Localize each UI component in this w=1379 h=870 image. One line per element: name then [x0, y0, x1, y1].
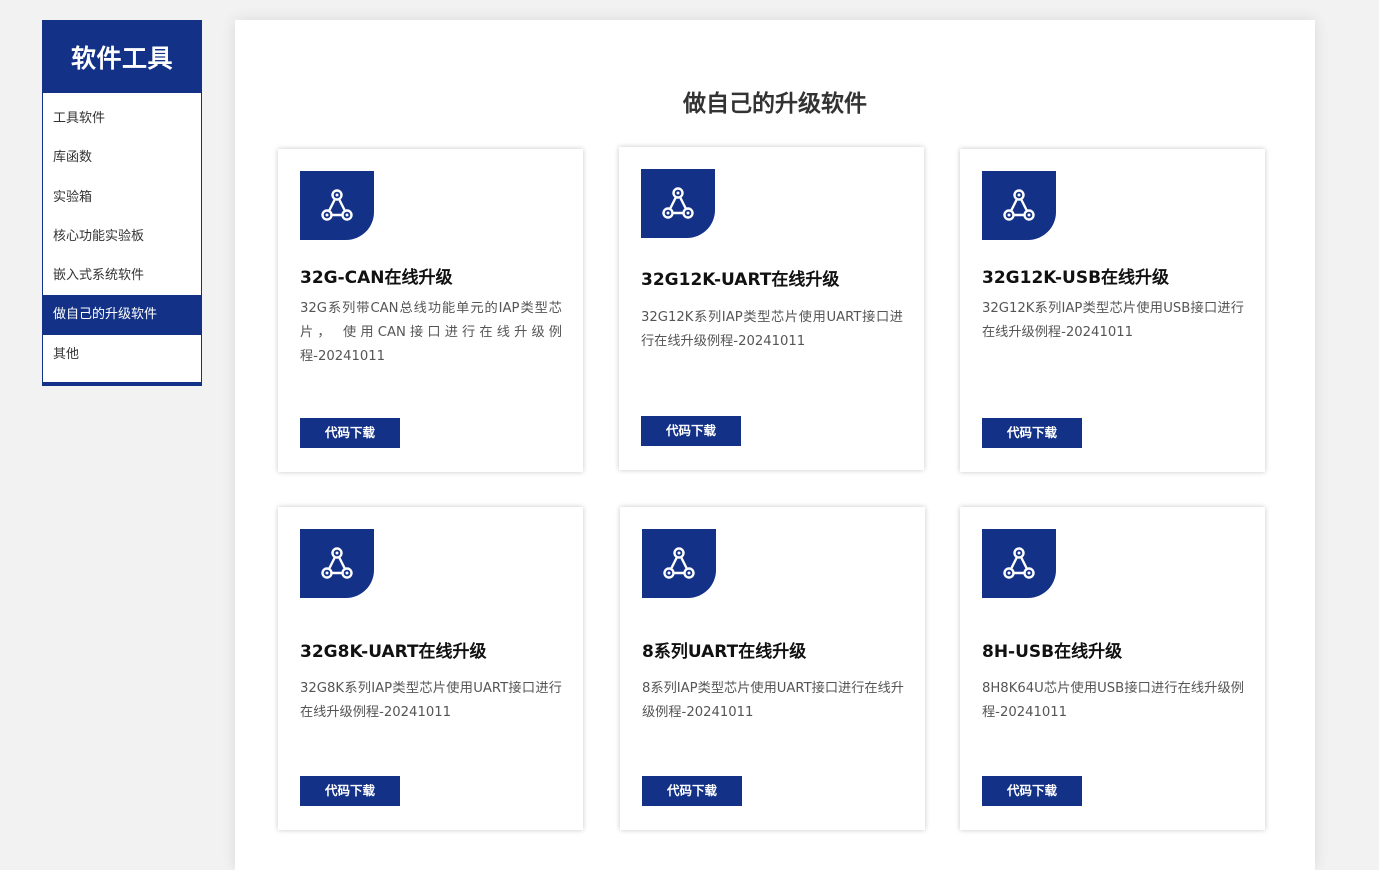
sidebar-item-core-board[interactable]: 核心功能实验板: [43, 217, 201, 256]
card-title: 8系列UART在线升级: [642, 642, 807, 662]
code-download-button[interactable]: 代码下载: [300, 418, 400, 448]
sidebar-title: 软件工具: [43, 21, 201, 93]
code-download-button[interactable]: 代码下载: [982, 776, 1082, 806]
card-title: 32G8K-UART在线升级: [300, 642, 487, 662]
card-32g-can: 32G-CAN在线升级 32G系列带CAN总线功能单元的IAP类型芯片， 使用C…: [278, 149, 583, 472]
card-description: 8H8K64U芯片使用USB接口进行在线升级例程-20241011: [982, 681, 1244, 720]
sidebar-item-experiment-box[interactable]: 实验箱: [43, 178, 201, 217]
card-description: 8系列IAP类型芯片使用UART接口进行在线升级例程-20241011: [642, 681, 904, 720]
code-download-button[interactable]: 代码下载: [982, 418, 1082, 448]
code-download-button[interactable]: 代码下载: [642, 776, 742, 806]
network-triangle-icon: [982, 529, 1056, 598]
page-title: 做自己的升级软件: [683, 91, 867, 117]
sidebar-item-other[interactable]: 其他: [43, 335, 201, 374]
sidebar-item-embedded-software[interactable]: 嵌入式系统软件: [43, 256, 201, 295]
sidebar-item-tool-software[interactable]: 工具软件: [43, 99, 201, 138]
network-triangle-icon: [982, 171, 1056, 240]
card-description: 32G8K系列IAP类型芯片使用UART接口进行在线升级例程-20241011: [300, 681, 562, 720]
card-description: 32G12K系列IAP类型芯片使用UART接口进行在线升级例程-20241011: [641, 310, 903, 349]
card-title: 32G-CAN在线升级: [300, 268, 453, 288]
sidebar-item-library-functions[interactable]: 库函数: [43, 138, 201, 177]
card-32g12k-usb: 32G12K-USB在线升级 32G12K系列IAP类型芯片使用USB接口进行在…: [960, 149, 1265, 472]
sidebar-item-upgrade-software[interactable]: 做自己的升级软件: [43, 295, 201, 335]
card-description: 32G12K系列IAP类型芯片使用USB接口进行在线升级例程-20241011: [982, 301, 1244, 340]
card-8-series-uart: 8系列UART在线升级 8系列IAP类型芯片使用UART接口进行在线升级例程-2…: [620, 507, 925, 830]
network-triangle-icon: [641, 169, 715, 238]
network-triangle-icon: [642, 529, 716, 598]
card-32g8k-uart: 32G8K-UART在线升级 32G8K系列IAP类型芯片使用UART接口进行在…: [278, 507, 583, 830]
card-title: 32G12K-UART在线升级: [641, 270, 840, 290]
sidebar-menu: 工具软件 库函数 实验箱 核心功能实验板 嵌入式系统软件 做自己的升级软件 其他: [43, 93, 201, 374]
main-panel: 做自己的升级软件 32G-CAN在线升级 32G系列带CAN总线功能单元的IAP…: [235, 20, 1315, 870]
network-triangle-icon: [300, 529, 374, 598]
card-32g12k-uart: 32G12K-UART在线升级 32G12K系列IAP类型芯片使用UART接口进…: [619, 147, 924, 470]
card-8h-usb: 8H-USB在线升级 8H8K64U芯片使用USB接口进行在线升级例程-2024…: [960, 507, 1265, 830]
card-title: 32G12K-USB在线升级: [982, 268, 1170, 288]
code-download-button[interactable]: 代码下载: [641, 416, 741, 446]
card-description: 32G系列带CAN总线功能单元的IAP类型芯片， 使用CAN接口进行在线升级例程…: [300, 301, 562, 364]
sidebar: 软件工具 工具软件 库函数 实验箱 核心功能实验板 嵌入式系统软件 做自己的升级…: [42, 20, 202, 386]
network-triangle-icon: [300, 171, 374, 240]
card-title: 8H-USB在线升级: [982, 642, 1123, 662]
code-download-button[interactable]: 代码下载: [300, 776, 400, 806]
